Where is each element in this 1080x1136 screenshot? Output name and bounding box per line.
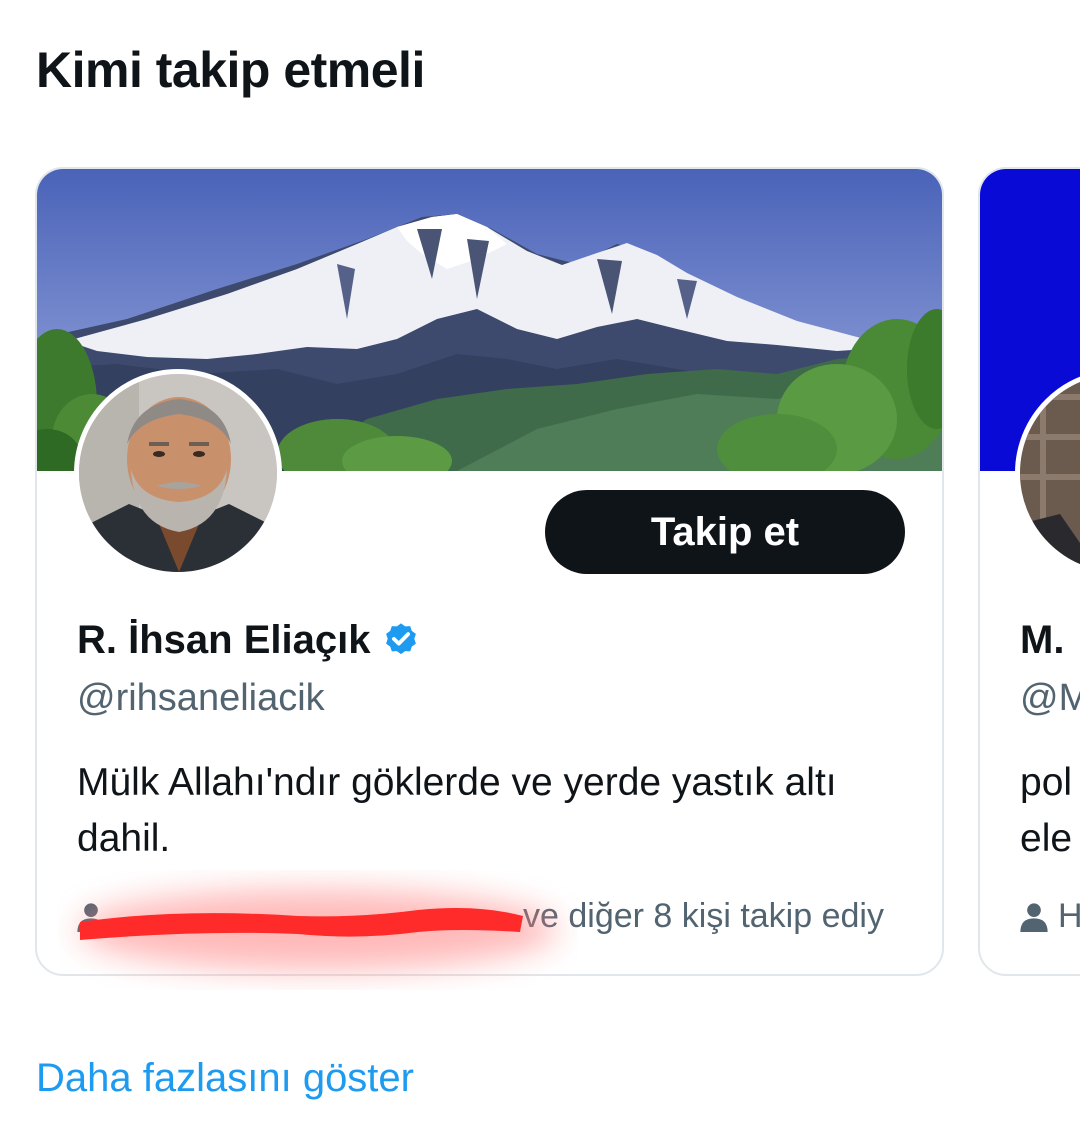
followed-by-text: ve diğer 8 kişi takip ediy <box>523 897 884 935</box>
avatar[interactable] <box>74 369 282 577</box>
show-more-link[interactable]: Daha fazlasını göster <box>36 1052 414 1104</box>
person-icon <box>1020 902 1048 932</box>
person-icon <box>77 902 105 932</box>
who-to-follow-module: Kimi takip etmeli Takip et R. İhsan Elia… <box>0 0 1080 1136</box>
user-name-row[interactable]: M. <box>1020 615 1064 665</box>
user-bio: pol ele <box>1020 761 1073 860</box>
followed-by-context[interactable]: ve diğer 8 kişi takip ediy <box>77 897 907 936</box>
user-bio: Mülk Allahı'ndır göklerde ve yerde yastı… <box>77 761 837 860</box>
user-handle[interactable]: @M <box>1020 674 1080 722</box>
followed-by-text: H <box>1058 897 1080 936</box>
user-suggestion-card[interactable]: M. @M pol ele H <box>978 167 1080 976</box>
suggestion-carousel: Takip et R. İhsan Eliaçık @rihsaneliacik… <box>0 0 1080 1136</box>
display-name[interactable]: M. <box>1020 615 1064 665</box>
verified-badge-icon <box>386 623 417 655</box>
redacted-names <box>115 898 523 936</box>
follow-button[interactable]: Takip et <box>545 490 905 574</box>
followed-by-context[interactable]: H <box>1020 897 1080 936</box>
user-handle[interactable]: @rihsaneliacik <box>77 674 325 722</box>
user-suggestion-card[interactable]: Takip et R. İhsan Eliaçık @rihsaneliacik… <box>35 167 944 976</box>
display-name[interactable]: R. İhsan Eliaçık <box>77 615 370 665</box>
user-name-row[interactable]: R. İhsan Eliaçık <box>77 615 420 665</box>
